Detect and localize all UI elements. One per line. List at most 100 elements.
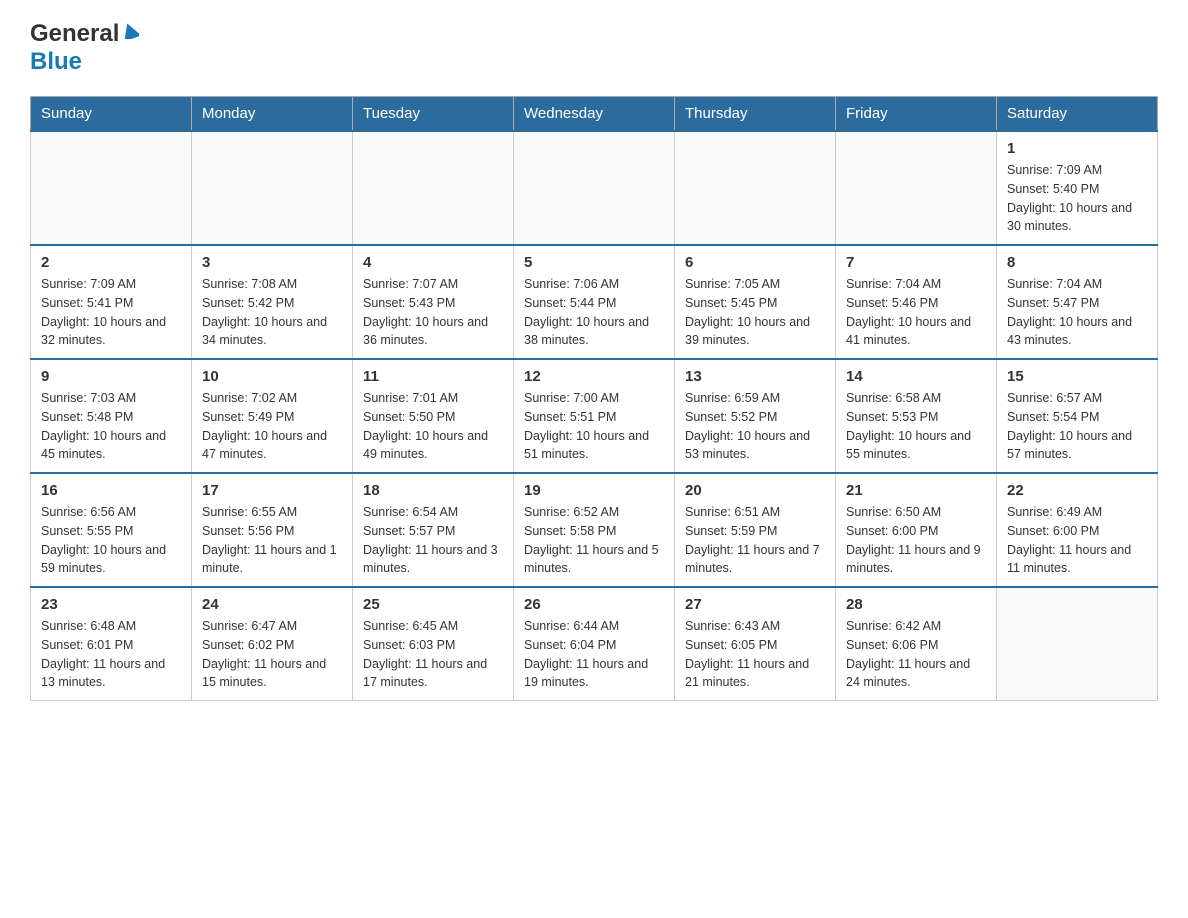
calendar-cell: 24 Sunrise: 6:47 AMSunset: 6:02 PMDayligh… <box>192 587 353 701</box>
calendar-cell: 22 Sunrise: 6:49 AMSunset: 6:00 PMDayligh… <box>997 473 1158 587</box>
weekday-header-wednesday: Wednesday <box>514 97 675 132</box>
day-info: Sunrise: 7:09 AMSunset: 5:40 PMDaylight:… <box>1007 161 1147 236</box>
weekday-header-monday: Monday <box>192 97 353 132</box>
day-info: Sunrise: 6:49 AMSunset: 6:00 PMDaylight:… <box>1007 503 1147 578</box>
calendar-cell: 28 Sunrise: 6:42 AMSunset: 6:06 PMDayligh… <box>836 587 997 701</box>
day-info: Sunrise: 6:54 AMSunset: 5:57 PMDaylight:… <box>363 503 503 578</box>
calendar-cell: 16 Sunrise: 6:56 AMSunset: 5:55 PMDayligh… <box>31 473 192 587</box>
week-row-5: 23 Sunrise: 6:48 AMSunset: 6:01 PMDayligh… <box>31 587 1158 701</box>
day-info: Sunrise: 6:58 AMSunset: 5:53 PMDaylight:… <box>846 389 986 464</box>
day-number: 11 <box>363 368 503 385</box>
day-info: Sunrise: 7:06 AMSunset: 5:44 PMDaylight:… <box>524 275 664 350</box>
day-info: Sunrise: 6:56 AMSunset: 5:55 PMDaylight:… <box>41 503 181 578</box>
weekday-header-tuesday: Tuesday <box>353 97 514 132</box>
day-info: Sunrise: 6:52 AMSunset: 5:58 PMDaylight:… <box>524 503 664 578</box>
day-number: 28 <box>846 596 986 613</box>
calendar-cell: 13 Sunrise: 6:59 AMSunset: 5:52 PMDayligh… <box>675 359 836 473</box>
calendar-cell: 4 Sunrise: 7:07 AMSunset: 5:43 PMDaylight… <box>353 245 514 359</box>
day-info: Sunrise: 7:04 AMSunset: 5:47 PMDaylight:… <box>1007 275 1147 350</box>
day-number: 6 <box>685 254 825 271</box>
calendar-cell <box>675 131 836 245</box>
weekday-header-sunday: Sunday <box>31 97 192 132</box>
weekday-header-row: SundayMondayTuesdayWednesdayThursdayFrid… <box>31 97 1158 132</box>
day-info: Sunrise: 6:44 AMSunset: 6:04 PMDaylight:… <box>524 617 664 692</box>
calendar-cell <box>31 131 192 245</box>
day-info: Sunrise: 7:07 AMSunset: 5:43 PMDaylight:… <box>363 275 503 350</box>
calendar-cell: 18 Sunrise: 6:54 AMSunset: 5:57 PMDayligh… <box>353 473 514 587</box>
calendar-cell <box>192 131 353 245</box>
calendar-cell: 5Sunrise: 7:06 AMSunset: 5:44 PMDaylight… <box>514 245 675 359</box>
calendar-cell: 1Sunrise: 7:09 AMSunset: 5:40 PMDaylight… <box>997 131 1158 245</box>
day-info: Sunrise: 7:08 AMSunset: 5:42 PMDaylight:… <box>202 275 342 350</box>
week-row-4: 16 Sunrise: 6:56 AMSunset: 5:55 PMDayligh… <box>31 473 1158 587</box>
day-number: 4 <box>363 254 503 271</box>
day-number: 16 <box>41 482 181 499</box>
day-info: Sunrise: 6:59 AMSunset: 5:52 PMDaylight:… <box>685 389 825 464</box>
day-number: 22 <box>1007 482 1147 499</box>
day-number: 26 <box>524 596 664 613</box>
day-number: 25 <box>363 596 503 613</box>
week-row-1: 1Sunrise: 7:09 AMSunset: 5:40 PMDaylight… <box>31 131 1158 245</box>
weekday-header-saturday: Saturday <box>997 97 1158 132</box>
day-number: 19 <box>524 482 664 499</box>
day-number: 18 <box>363 482 503 499</box>
day-number: 27 <box>685 596 825 613</box>
calendar-cell <box>997 587 1158 701</box>
day-number: 17 <box>202 482 342 499</box>
calendar-cell: 15 Sunrise: 6:57 AMSunset: 5:54 PMDayligh… <box>997 359 1158 473</box>
calendar-cell: 17 Sunrise: 6:55 AMSunset: 5:56 PMDayligh… <box>192 473 353 587</box>
calendar-cell: 23 Sunrise: 6:48 AMSunset: 6:01 PMDayligh… <box>31 587 192 701</box>
day-number: 14 <box>846 368 986 385</box>
calendar-cell: 21Sunrise: 6:50 AMSunset: 6:00 PMDayligh… <box>836 473 997 587</box>
day-info: Sunrise: 7:02 AMSunset: 5:49 PMDaylight:… <box>202 389 342 464</box>
calendar-cell: 8 Sunrise: 7:04 AMSunset: 5:47 PMDaylight… <box>997 245 1158 359</box>
page-header: General Blue <box>30 20 1158 76</box>
day-info: Sunrise: 6:43 AMSunset: 6:05 PMDaylight:… <box>685 617 825 692</box>
day-info: Sunrise: 6:45 AMSunset: 6:03 PMDaylight:… <box>363 617 503 692</box>
calendar-cell: 3 Sunrise: 7:08 AMSunset: 5:42 PMDaylight… <box>192 245 353 359</box>
calendar-table: SundayMondayTuesdayWednesdayThursdayFrid… <box>30 96 1158 701</box>
calendar-cell: 10 Sunrise: 7:02 AMSunset: 5:49 PMDayligh… <box>192 359 353 473</box>
day-number: 12 <box>524 368 664 385</box>
day-number: 24 <box>202 596 342 613</box>
day-info: Sunrise: 7:05 AMSunset: 5:45 PMDaylight:… <box>685 275 825 350</box>
day-info: Sunrise: 6:47 AMSunset: 6:02 PMDaylight:… <box>202 617 342 692</box>
calendar-cell: 19 Sunrise: 6:52 AMSunset: 5:58 PMDayligh… <box>514 473 675 587</box>
calendar-cell: 2 Sunrise: 7:09 AMSunset: 5:41 PMDaylight… <box>31 245 192 359</box>
calendar-cell: 26 Sunrise: 6:44 AMSunset: 6:04 PMDayligh… <box>514 587 675 701</box>
logo-triangle-icon <box>121 23 139 44</box>
day-info: Sunrise: 6:50 AMSunset: 6:00 PMDaylight:… <box>846 503 986 578</box>
day-info: Sunrise: 7:04 AMSunset: 5:46 PMDaylight:… <box>846 275 986 350</box>
day-number: 8 <box>1007 254 1147 271</box>
day-info: Sunrise: 6:57 AMSunset: 5:54 PMDaylight:… <box>1007 389 1147 464</box>
week-row-3: 9 Sunrise: 7:03 AMSunset: 5:48 PMDaylight… <box>31 359 1158 473</box>
day-number: 20 <box>685 482 825 499</box>
day-number: 3 <box>202 254 342 271</box>
day-number: 15 <box>1007 368 1147 385</box>
day-number: 9 <box>41 368 181 385</box>
weekday-header-thursday: Thursday <box>675 97 836 132</box>
calendar-cell: 12 Sunrise: 7:00 AMSunset: 5:51 PMDayligh… <box>514 359 675 473</box>
day-info: Sunrise: 6:55 AMSunset: 5:56 PMDaylight:… <box>202 503 342 578</box>
calendar-cell: 14 Sunrise: 6:58 AMSunset: 5:53 PMDayligh… <box>836 359 997 473</box>
weekday-header-friday: Friday <box>836 97 997 132</box>
day-info: Sunrise: 7:09 AMSunset: 5:41 PMDaylight:… <box>41 275 181 350</box>
calendar-cell <box>353 131 514 245</box>
day-number: 23 <box>41 596 181 613</box>
calendar-cell: 11Sunrise: 7:01 AMSunset: 5:50 PMDayligh… <box>353 359 514 473</box>
calendar-cell: 27 Sunrise: 6:43 AMSunset: 6:05 PMDayligh… <box>675 587 836 701</box>
day-number: 2 <box>41 254 181 271</box>
calendar-cell: 25 Sunrise: 6:45 AMSunset: 6:03 PMDayligh… <box>353 587 514 701</box>
day-info: Sunrise: 6:51 AMSunset: 5:59 PMDaylight:… <box>685 503 825 578</box>
logo-general-text: General <box>30 20 119 48</box>
day-number: 13 <box>685 368 825 385</box>
day-info: Sunrise: 6:42 AMSunset: 6:06 PMDaylight:… <box>846 617 986 692</box>
day-info: Sunrise: 6:48 AMSunset: 6:01 PMDaylight:… <box>41 617 181 692</box>
day-number: 10 <box>202 368 342 385</box>
logo-blue-text: Blue <box>30 48 82 75</box>
calendar-cell: 6 Sunrise: 7:05 AMSunset: 5:45 PMDaylight… <box>675 245 836 359</box>
day-info: Sunrise: 7:03 AMSunset: 5:48 PMDaylight:… <box>41 389 181 464</box>
day-info: Sunrise: 7:00 AMSunset: 5:51 PMDaylight:… <box>524 389 664 464</box>
calendar-cell <box>514 131 675 245</box>
calendar-cell: 20 Sunrise: 6:51 AMSunset: 5:59 PMDayligh… <box>675 473 836 587</box>
